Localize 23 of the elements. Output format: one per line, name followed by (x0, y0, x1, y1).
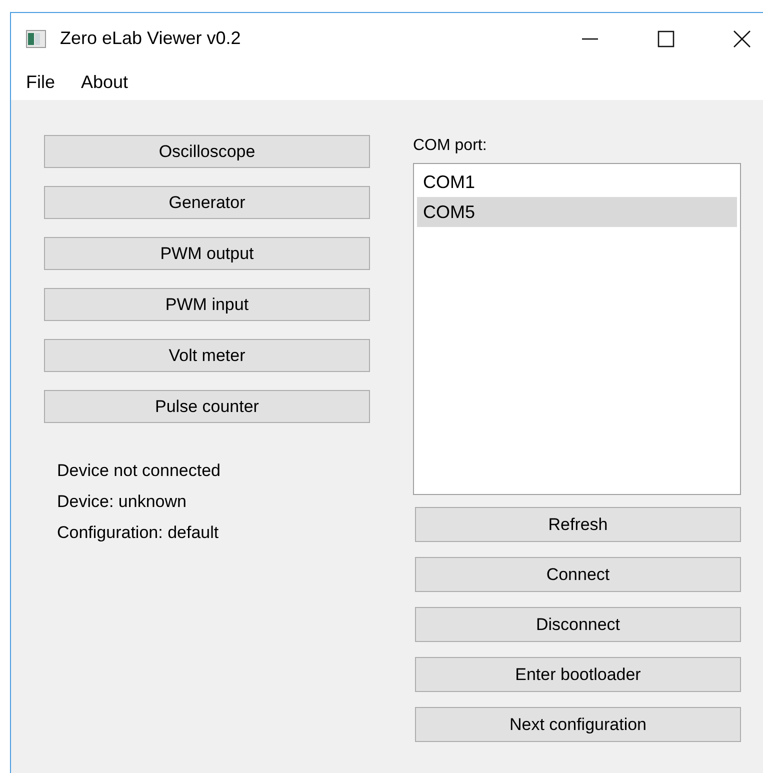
com-port-label: COM port: (413, 136, 488, 156)
close-icon[interactable] (733, 30, 751, 48)
tool-button[interactable]: PWM input (44, 288, 370, 321)
action-button[interactable]: Next configuration (415, 707, 741, 742)
port-item[interactable]: COM1 (417, 167, 737, 197)
action-button[interactable]: Enter bootloader (415, 657, 741, 692)
menu-item[interactable]: File (26, 72, 56, 92)
maximize-icon[interactable] (657, 30, 675, 48)
window-title: Zero eLab Viewer v0.2 (60, 28, 241, 49)
menu-item[interactable]: About (81, 72, 128, 92)
tool-button[interactable]: Oscilloscope (44, 135, 370, 168)
tool-button[interactable]: PWM output (44, 237, 370, 270)
status-text: Configuration: default (57, 523, 220, 543)
action-button[interactable]: Disconnect (415, 607, 741, 642)
action-button[interactable]: Connect (415, 557, 741, 592)
status-text: Device: unknown (57, 492, 188, 512)
app-icon (26, 30, 46, 48)
port-item[interactable]: COM5 (417, 197, 737, 227)
status-text: Device not connected (57, 461, 222, 481)
action-button[interactable]: Refresh (415, 507, 741, 542)
tool-button[interactable]: Generator (44, 186, 370, 219)
tool-button[interactable]: Pulse counter (44, 390, 370, 423)
tool-button[interactable]: Volt meter (44, 339, 370, 372)
